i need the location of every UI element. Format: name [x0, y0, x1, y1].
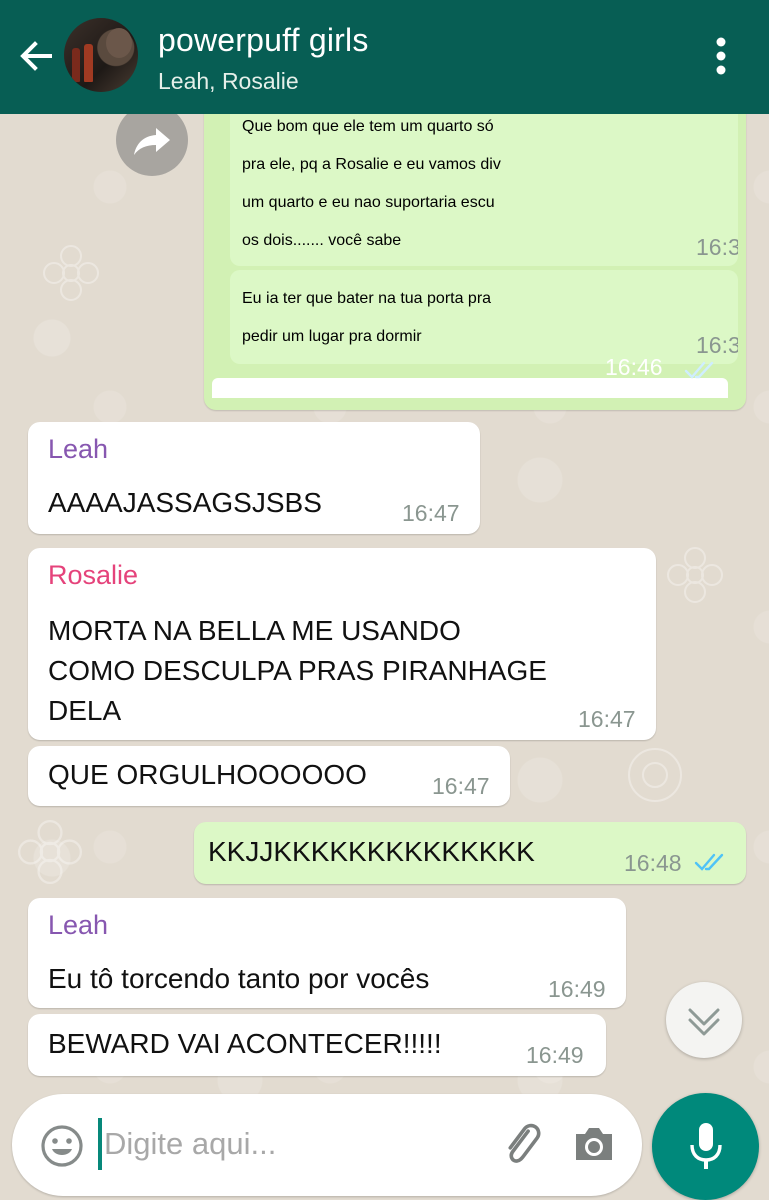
forward-button[interactable]: [116, 104, 188, 176]
message-text-line: um quarto e eu nao suportaria escu: [242, 194, 495, 211]
message-text-line: COMO DESCULPA PRAS PIRANHAGE: [48, 655, 547, 686]
message-time: 16:49: [548, 976, 606, 1002]
wallpaper-flower-icon: [18, 820, 82, 884]
quoted-preview-strip: [212, 378, 728, 398]
message-time: 16:46: [605, 354, 663, 380]
message-text-line: pedir um lugar pra dormir: [242, 328, 422, 345]
group-title[interactable]: powerpuff girls: [158, 22, 369, 59]
voice-record-button[interactable]: [652, 1093, 759, 1200]
read-ticks-icon: [684, 361, 714, 379]
group-members[interactable]: Leah, Rosalie: [158, 68, 299, 95]
sender-name[interactable]: Leah: [48, 910, 108, 941]
microphone-icon: [690, 1123, 722, 1169]
message-time: 16:47: [432, 773, 490, 799]
message-text-line: DELA: [48, 695, 122, 726]
emoji-icon[interactable]: [40, 1124, 84, 1168]
message-text-line: pra ele, pq a Rosalie e eu vamos div: [242, 156, 501, 173]
sender-name[interactable]: Leah: [48, 434, 108, 465]
sender-name[interactable]: Rosalie: [48, 560, 138, 591]
message-bubble-outgoing[interactable]: Eu ia ter que bater na tua porta pra ped…: [230, 270, 738, 364]
paperclip-icon[interactable]: [498, 1120, 548, 1170]
message-time: 16:47: [578, 706, 636, 732]
message-text-line: MORTA NA BELLA ME USANDO: [48, 615, 461, 646]
message-bubble-incoming[interactable]: Rosalie MORTA NA BELLA ME USANDO COMO DE…: [28, 548, 656, 740]
wallpaper-doodle-icon: [628, 748, 682, 802]
arrow-left-icon[interactable]: [16, 36, 56, 76]
message-bubble-incoming[interactable]: QUE ORGULHOOOOOO 16:47: [28, 746, 510, 806]
message-text: AAAAJASSAGSJSBS: [48, 487, 322, 518]
message-time: 16:48: [624, 850, 682, 876]
message-text: BEWARD VAI ACONTECER!!!!!: [48, 1028, 442, 1059]
message-time: 16:3: [696, 332, 738, 358]
read-ticks-icon: [694, 853, 724, 871]
message-bubble-outgoing[interactable]: Que bom que ele tem um quarto só pra ele…: [230, 100, 738, 266]
message-text: KKJJKKKKKKKKKKKKKK: [208, 836, 535, 867]
forward-icon: [134, 128, 170, 155]
chevron-down-icon: [688, 1008, 720, 1036]
message-text: Eu tô torcendo tanto por vocês: [48, 963, 430, 994]
camera-icon[interactable]: [572, 1124, 616, 1164]
message-bubble-outgoing[interactable]: KKJJKKKKKKKKKKKKKK 16:48: [194, 822, 746, 884]
message-text-line: os dois....... você sabe: [242, 232, 402, 249]
group-avatar[interactable]: [64, 18, 138, 92]
message-time: 16:3: [696, 234, 738, 260]
message-time: 16:47: [402, 500, 460, 526]
more-vertical-icon[interactable]: [706, 34, 736, 78]
message-input[interactable]: [104, 1120, 474, 1168]
message-text: QUE ORGULHOOOOOO: [48, 759, 367, 790]
chat-header: powerpuff girls Leah, Rosalie: [0, 0, 769, 114]
message-time: 16:49: [526, 1042, 584, 1068]
scroll-to-bottom-button[interactable]: [666, 982, 742, 1058]
message-bubble-incoming[interactable]: Leah Eu tô torcendo tanto por vocês 16:4…: [28, 898, 626, 1008]
text-cursor: [98, 1118, 102, 1170]
wallpaper-flower-icon: [43, 245, 99, 301]
message-bubble-incoming[interactable]: Leah AAAAJASSAGSJSBS 16:47: [28, 422, 480, 534]
message-composer: [12, 1094, 642, 1196]
message-bubble-incoming[interactable]: BEWARD VAI ACONTECER!!!!! 16:49: [28, 1014, 606, 1076]
message-text-line: Eu ia ter que bater na tua porta pra: [242, 290, 492, 307]
wallpaper-flower-icon: [667, 547, 723, 603]
